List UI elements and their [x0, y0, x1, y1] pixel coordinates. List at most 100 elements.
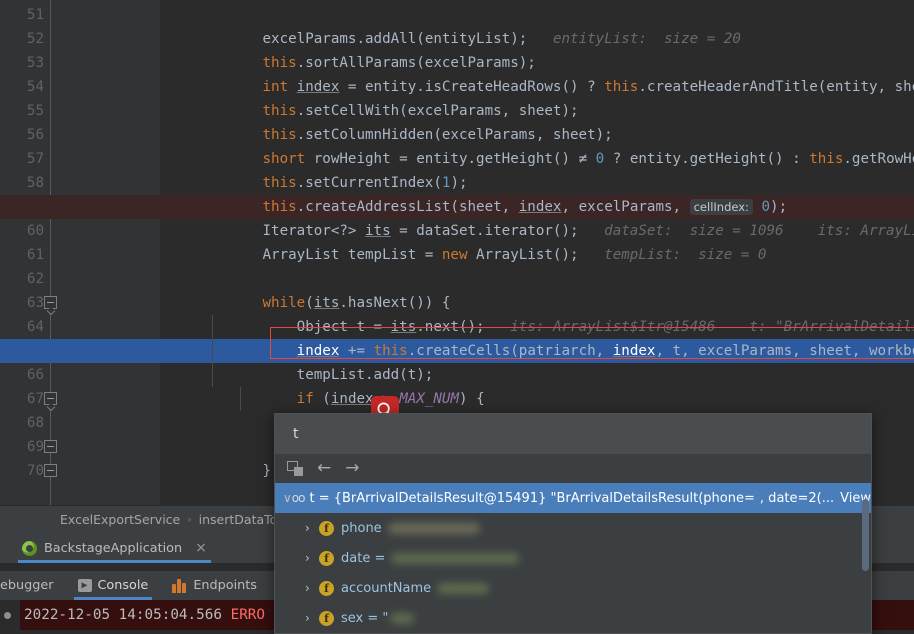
toolbar-label-console: Console	[97, 578, 149, 593]
code-line[interactable]: Object t = its.next(); its: ArrayList$It…	[0, 315, 914, 339]
toolbar-item-endpoints[interactable]: Endpoints	[160, 571, 269, 600]
code-token: );	[770, 199, 788, 215]
code-line[interactable]	[0, 3, 914, 27]
chevron-right-icon[interactable]: ›	[305, 581, 319, 595]
breadcrumb-item-class[interactable]: ExcelExportService	[60, 512, 180, 527]
close-icon[interactable]: ×	[195, 540, 207, 556]
chevron-right-icon[interactable]: ›	[305, 521, 319, 535]
run-tab-label: BackstageApplication	[44, 540, 183, 556]
code-token: index	[296, 343, 340, 359]
arrow-left-icon[interactable]: ←	[317, 460, 331, 477]
run-tab-backstageapplication[interactable]: BackstageApplication ×	[18, 533, 211, 563]
debug-value-popup[interactable]: t ← → ∨ oo t = {BrArrivalDetailsResult@154…	[274, 413, 872, 634]
indent-guide	[212, 363, 213, 387]
popup-value-tree[interactable]: ∨ oo t = {BrArrivalDetailsResult@15491} "B…	[275, 483, 871, 633]
popup-tree-field-row[interactable]: › f date =	[275, 543, 871, 573]
code-token: this	[262, 127, 297, 143]
arrow-right-icon[interactable]: →	[345, 460, 359, 477]
code-token: index	[518, 199, 562, 215]
code-line-text: ArrayList tempList = new ArrayList(); te…	[160, 243, 767, 267]
popup-toolbar[interactable]: ← →	[275, 454, 871, 483]
field-icon: f	[319, 610, 334, 626]
code-token: this	[262, 55, 297, 71]
code-token: .next();	[416, 319, 485, 335]
field-name: accountName	[341, 580, 432, 596]
code-token: .setCurrentIndex(	[296, 175, 442, 191]
redacted-value	[387, 522, 480, 534]
code-line[interactable]: int index = entity.isCreateHeadRows() ? …	[0, 75, 914, 99]
code-line[interactable]: this.createAddressList(sheet, index, exc…	[0, 195, 914, 219]
toolbar-item-debugger[interactable]: ebugger	[0, 571, 66, 600]
code-token: .createAddressList(sheet,	[296, 199, 519, 215]
breadcrumb-item-method[interactable]: insertDataToS	[199, 512, 286, 527]
code-token: MAX_NUM	[399, 391, 459, 407]
code-line[interactable]: while(its.hasNext()) {	[0, 291, 914, 315]
code-token: .createHeaderAndTitle(entity, sheet, wo	[638, 79, 914, 95]
field-name: phone	[341, 520, 382, 536]
code-token: .sortAllParams(excelParams);	[296, 55, 536, 71]
code-token: .	[356, 31, 366, 47]
code-token: ArrayList();	[467, 247, 579, 263]
chevron-right-icon[interactable]: ›	[305, 611, 319, 625]
popup-tree-field-row[interactable]: › f phone	[275, 513, 871, 543]
endpoints-icon	[172, 578, 187, 593]
code-token: );	[510, 31, 528, 47]
code-line[interactable]: ArrayList tempList = new ArrayList(); te…	[0, 243, 914, 267]
redacted-value	[390, 612, 415, 624]
code-line[interactable]: excelParams.addAll(entityList); entityLi…	[0, 27, 914, 51]
code-line[interactable]: Iterator<?> its = dataSet.iterator(); da…	[0, 219, 914, 243]
inline-debug-hint: dataSet: size = 1096 its: ArrayList$Itr@	[604, 223, 914, 239]
code-token: = entity.isCreateHeadRows() ?	[339, 79, 605, 95]
code-line-text: while(its.hasNext()) {	[160, 291, 451, 315]
code-token: ArrayList tempList =	[262, 247, 442, 263]
code-line-text: index += this.createCells(patriarch, ind…	[160, 339, 914, 363]
code-line-text: this.setCellWith(excelParams, sheet);	[160, 99, 579, 123]
inline-debug-hint: tempList: size = 0	[578, 247, 767, 263]
console-level: ERRO	[230, 607, 266, 623]
chevron-right-icon[interactable]: ›	[305, 551, 319, 565]
popup-tree-field-row[interactable]: › f accountName	[275, 573, 871, 603]
code-line-text: }	[160, 459, 272, 483]
code-line[interactable]	[0, 267, 914, 291]
code-line[interactable]: index += this.createCells(patriarch, ind…	[0, 339, 914, 363]
code-line-text: this.setColumnHidden(excelParams, sheet)…	[160, 123, 613, 147]
code-line[interactable]: if (index ≥ MAX_NUM) {	[0, 387, 914, 411]
code-token: ) {	[459, 391, 485, 407]
code-token: addAll	[365, 31, 417, 47]
field-name: sex = "	[341, 610, 389, 626]
code-line-text: int index = entity.isCreateHeadRows() ? …	[160, 75, 914, 99]
console-timestamp: 2022-12-05 14:05:04.566	[24, 607, 222, 623]
code-token: .setCellWith(excelParams, sheet);	[296, 103, 579, 119]
redacted-value	[437, 582, 490, 594]
code-token: , t, excelParams, sheet, workbook, ro	[655, 343, 914, 359]
popup-scrollbar[interactable]	[862, 499, 869, 571]
popup-tree-root-row[interactable]: ∨ oo t = {BrArrivalDetailsResult@15491} "B…	[275, 483, 871, 513]
code-line-text: if (index ≥ MAX_NUM) {	[160, 387, 485, 411]
code-line[interactable]: this.setCurrentIndex(1);	[0, 171, 914, 195]
code-line[interactable]: this.setColumnHidden(excelParams, sheet)…	[0, 123, 914, 147]
code-line[interactable]: short rowHeight = entity.getHeight() ≠ 0…	[0, 147, 914, 171]
code-line[interactable]: this.setCellWith(excelParams, sheet);	[0, 99, 914, 123]
popup-root-text-after: , date=2(...	[759, 490, 835, 506]
code-token: rowHeight = entity.getHeight()	[305, 151, 579, 167]
code-token: = dataSet.iterator();	[390, 223, 579, 239]
code-line-text: this.setCurrentIndex(1);	[160, 171, 468, 195]
code-token: this	[809, 151, 844, 167]
copy-icon[interactable]	[287, 461, 303, 476]
code-line[interactable]: tempList.add(t);	[0, 363, 914, 387]
code-token: .createCells(patriarch,	[407, 343, 613, 359]
chevron-down-icon[interactable]: ∨	[283, 491, 292, 505]
parameter-name-badge: cellIndex:	[689, 199, 753, 215]
field-icon: f	[319, 520, 334, 536]
code-token: index	[296, 79, 340, 95]
field-name: date =	[341, 550, 386, 566]
popup-tree-field-row[interactable]: › f sex = "	[275, 603, 871, 633]
code-token: this	[262, 175, 297, 191]
code-line[interactable]: this.sortAllParams(excelParams);	[0, 51, 914, 75]
toolbar-item-console[interactable]: ▶ Console	[66, 571, 161, 600]
